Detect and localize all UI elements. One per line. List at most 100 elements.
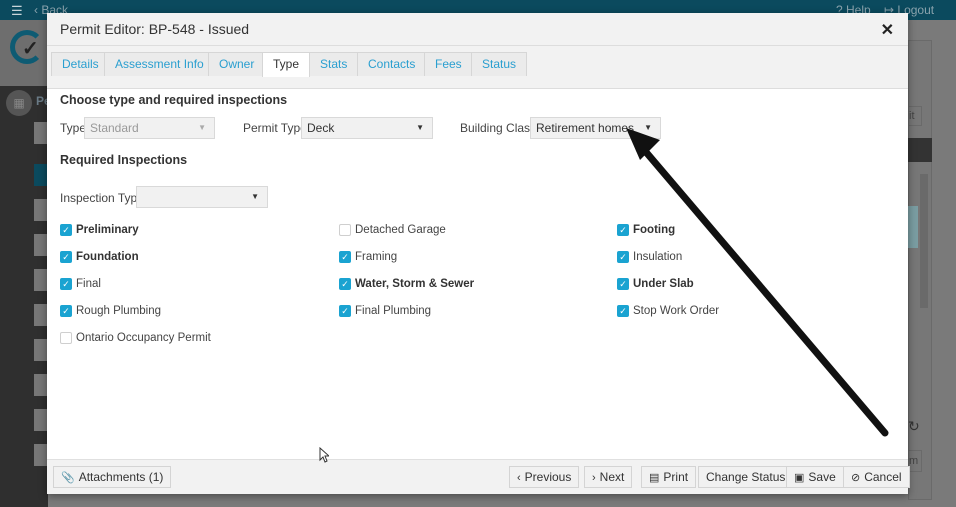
previous-label: Previous — [524, 470, 572, 484]
checkbox-checked[interactable]: ✓ — [617, 278, 629, 290]
required-inspections-title: Required Inspections — [60, 153, 188, 167]
building-class-select[interactable]: Retirement homes ▼ — [530, 117, 661, 139]
attachments-button[interactable]: 📎 Attachments (1) — [53, 466, 172, 488]
inspection-label: Water, Storm & Sewer — [355, 278, 475, 290]
sidebar-item[interactable] — [34, 374, 48, 396]
sidebar-item[interactable] — [34, 304, 48, 326]
inspection-checkbox-item[interactable]: Ontario Occupancy Permit — [60, 330, 211, 346]
sidebar-item[interactable] — [34, 199, 48, 221]
sidebar-item[interactable] — [34, 339, 48, 361]
tab-assessment-info[interactable]: Assessment Info — [104, 52, 215, 76]
sidebar-item[interactable] — [34, 269, 48, 291]
checkmark-icon: ✓ — [341, 251, 349, 262]
print-button[interactable]: ▤ Print — [641, 466, 697, 488]
change-status-button[interactable]: Change Status — [698, 466, 794, 488]
checkbox-checked[interactable]: ✓ — [339, 305, 351, 317]
background-button[interactable]: it — [908, 106, 922, 126]
tab-bar: Details Assessment Info Owner Type Stats… — [47, 46, 908, 89]
chevron-down-icon: ▼ — [251, 192, 259, 201]
inspection-label: Foundation — [76, 251, 139, 263]
checkbox-checked[interactable]: ✓ — [60, 251, 72, 263]
paperclip-icon: 📎 — [61, 472, 75, 484]
hamburger-menu-icon[interactable]: ☰ — [11, 3, 23, 19]
checkbox-checked[interactable]: ✓ — [60, 305, 72, 317]
previous-button[interactable]: ‹ Previous — [509, 466, 580, 488]
background-button[interactable]: m — [908, 450, 922, 472]
print-label: Print — [663, 470, 689, 484]
type-label: Type — [60, 121, 87, 135]
sidebar-item[interactable] — [34, 234, 48, 256]
mouse-cursor-icon — [319, 447, 329, 463]
cancel-button[interactable]: ⊘ Cancel — [843, 466, 910, 488]
sidebar-item[interactable] — [34, 409, 48, 431]
save-button[interactable]: ▣ Save — [786, 466, 844, 488]
chevron-down-icon: ▼ — [644, 123, 652, 132]
inspection-label: Stop Work Order — [633, 305, 720, 317]
checkbox-checked[interactable]: ✓ — [339, 251, 351, 263]
inspection-checkbox-item[interactable]: ✓ Final Plumbing — [339, 303, 431, 319]
modal-footer: 📎 Attachments (1) ‹ Previous › Next ▤ Print … — [47, 459, 910, 494]
next-button[interactable]: › Next — [584, 466, 633, 488]
chevron-down-icon: ▼ — [198, 123, 206, 132]
inspection-type-select[interactable]: ▼ — [136, 186, 268, 208]
inspection-label: Framing — [355, 251, 398, 263]
inspection-checkbox-item[interactable]: ✓ Rough Plumbing — [60, 303, 161, 319]
permit-type-label: Permit Type — [243, 121, 307, 135]
attachments-label: Attachments (1) — [78, 470, 164, 484]
checkbox-checked[interactable]: ✓ — [617, 305, 629, 317]
tab-type[interactable]: Type — [262, 52, 311, 77]
modal-header: Permit Editor: BP-548 - Issued ✕ — [47, 13, 908, 46]
inspection-checkbox-item[interactable]: ✓ Footing — [617, 222, 675, 238]
checkmark-icon: ✓ — [619, 278, 627, 289]
type-value: Standard — [90, 121, 139, 135]
inspection-checkbox-item[interactable]: ✓ Preliminary — [60, 222, 139, 238]
inspection-label: Insulation — [633, 251, 683, 263]
checkbox-unchecked[interactable] — [339, 224, 351, 236]
inspection-checkbox-item[interactable]: ✓ Framing — [339, 249, 397, 265]
background-scrollbar[interactable] — [920, 174, 928, 308]
inspection-checkbox-item[interactable]: ✓ Stop Work Order — [617, 303, 719, 319]
inspection-checkbox-item[interactable]: Detached Garage — [339, 222, 446, 238]
change-status-label: Change Status — [706, 470, 786, 484]
tab-contacts[interactable]: Contacts — [357, 52, 427, 76]
tab-details[interactable]: Details — [51, 52, 110, 76]
inspection-label: Final Plumbing — [355, 305, 432, 317]
checkbox-checked[interactable]: ✓ — [617, 251, 629, 263]
background-table-header — [908, 138, 932, 162]
tab-status[interactable]: Status — [471, 52, 528, 76]
inspection-checkbox-item[interactable]: ✓ Final — [60, 276, 101, 292]
tab-stats[interactable]: Stats — [309, 52, 359, 76]
checkbox-checked[interactable]: ✓ — [60, 278, 72, 290]
permit-type-select[interactable]: Deck ▼ — [301, 117, 433, 139]
checkbox-checked[interactable]: ✓ — [339, 278, 351, 290]
checkmark-icon: ✓ — [62, 305, 70, 316]
inspection-label: Detached Garage — [355, 224, 446, 236]
sidebar-item[interactable] — [34, 444, 48, 466]
building-class-label: Building Class — [460, 121, 537, 135]
inspection-checkbox-item[interactable]: ✓ Water, Storm & Sewer — [339, 276, 474, 292]
chevron-down-icon: ▼ — [416, 123, 424, 132]
ban-icon: ⊘ — [851, 472, 861, 484]
checkmark-icon: ✓ — [62, 224, 70, 235]
checkmark-icon: ✓ — [62, 251, 70, 262]
permit-type-value: Deck — [307, 121, 335, 135]
chevron-right-icon: › — [592, 472, 596, 484]
checkbox-checked[interactable]: ✓ — [617, 224, 629, 236]
close-icon[interactable]: ✕ — [881, 20, 894, 40]
app-sidebar: ▦ Pe — [0, 86, 51, 507]
tab-fees[interactable]: Fees — [424, 52, 473, 76]
inspection-label: Final — [76, 278, 101, 290]
sidebar-item-active[interactable] — [34, 164, 48, 186]
inspection-label: Footing — [633, 224, 676, 236]
tab-owner[interactable]: Owner — [208, 52, 266, 76]
refresh-icon[interactable]: ↻ — [908, 418, 920, 435]
sidebar-item[interactable] — [34, 122, 48, 144]
checkbox-unchecked[interactable] — [60, 332, 72, 344]
inspection-checkbox-item[interactable]: ✓ Foundation — [60, 249, 139, 265]
inspection-checkbox-item[interactable]: ✓ Under Slab — [617, 276, 694, 292]
inspection-type-label: Inspection Type — [60, 191, 144, 205]
modal-title: Permit Editor: BP-548 - Issued — [60, 21, 250, 37]
inspection-label: Preliminary — [76, 224, 139, 236]
inspection-checkbox-item[interactable]: ✓ Insulation — [617, 249, 682, 265]
checkbox-checked[interactable]: ✓ — [60, 224, 72, 236]
